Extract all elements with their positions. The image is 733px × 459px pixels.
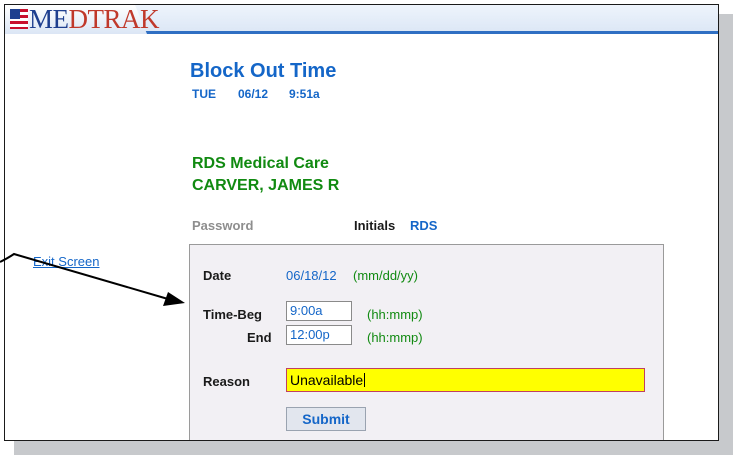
reason-input[interactable]: Unavailable — [286, 368, 645, 392]
time-begin-format-hint: (hh:mmp) — [367, 307, 423, 322]
initials-value: RDS — [410, 218, 438, 233]
reason-input-value: Unavailable — [290, 372, 364, 388]
date-label: Date — [203, 268, 232, 283]
day-of-week: TUE — [192, 87, 216, 101]
title-bar-accent-line — [145, 31, 718, 34]
date-format-hint: (mm/dd/yy) — [353, 268, 418, 283]
logo-suffix: DTRAK — [68, 4, 160, 34]
time-end-input[interactable]: 12:00p — [286, 325, 352, 345]
logo-prefix: ME — [29, 4, 69, 34]
current-date: 06/12 — [238, 87, 269, 101]
password-label: Password — [192, 218, 254, 233]
text-caret — [364, 373, 366, 387]
patient-name: CARVER, JAMES R — [192, 177, 340, 194]
medtrak-logo: MEDTRAK — [10, 4, 160, 34]
flag-icon — [10, 9, 28, 29]
app-window: MEDTRAK Block Out Time TUE 06/12 9:51a R… — [4, 4, 719, 441]
initials-label: Initials — [354, 218, 396, 233]
time-end-format-hint: (hh:mmp) — [367, 330, 423, 345]
logo-text: MEDTRAK — [29, 4, 160, 34]
current-time: 9:51a — [289, 87, 320, 101]
window-shadow-right — [719, 14, 733, 452]
exit-screen-link[interactable]: Exit Screen — [33, 254, 99, 269]
time-end-label: End — [247, 330, 272, 345]
time-begin-input[interactable]: 9:00a — [286, 301, 352, 321]
window-shadow-bottom — [14, 441, 733, 455]
time-begin-label: Time-Beg — [203, 307, 262, 322]
date-value: 06/18/12 — [286, 268, 337, 283]
submit-button[interactable]: Submit — [286, 407, 366, 431]
screenshot-canvas: MEDTRAK Block Out Time TUE 06/12 9:51a R… — [0, 0, 733, 459]
page-title: Block Out Time — [190, 60, 337, 82]
block-out-form: Date 06/18/12 (mm/dd/yy) Time-Beg 9:00a … — [189, 244, 664, 440]
practice-name: RDS Medical Care — [192, 155, 329, 172]
reason-label: Reason — [203, 374, 250, 389]
